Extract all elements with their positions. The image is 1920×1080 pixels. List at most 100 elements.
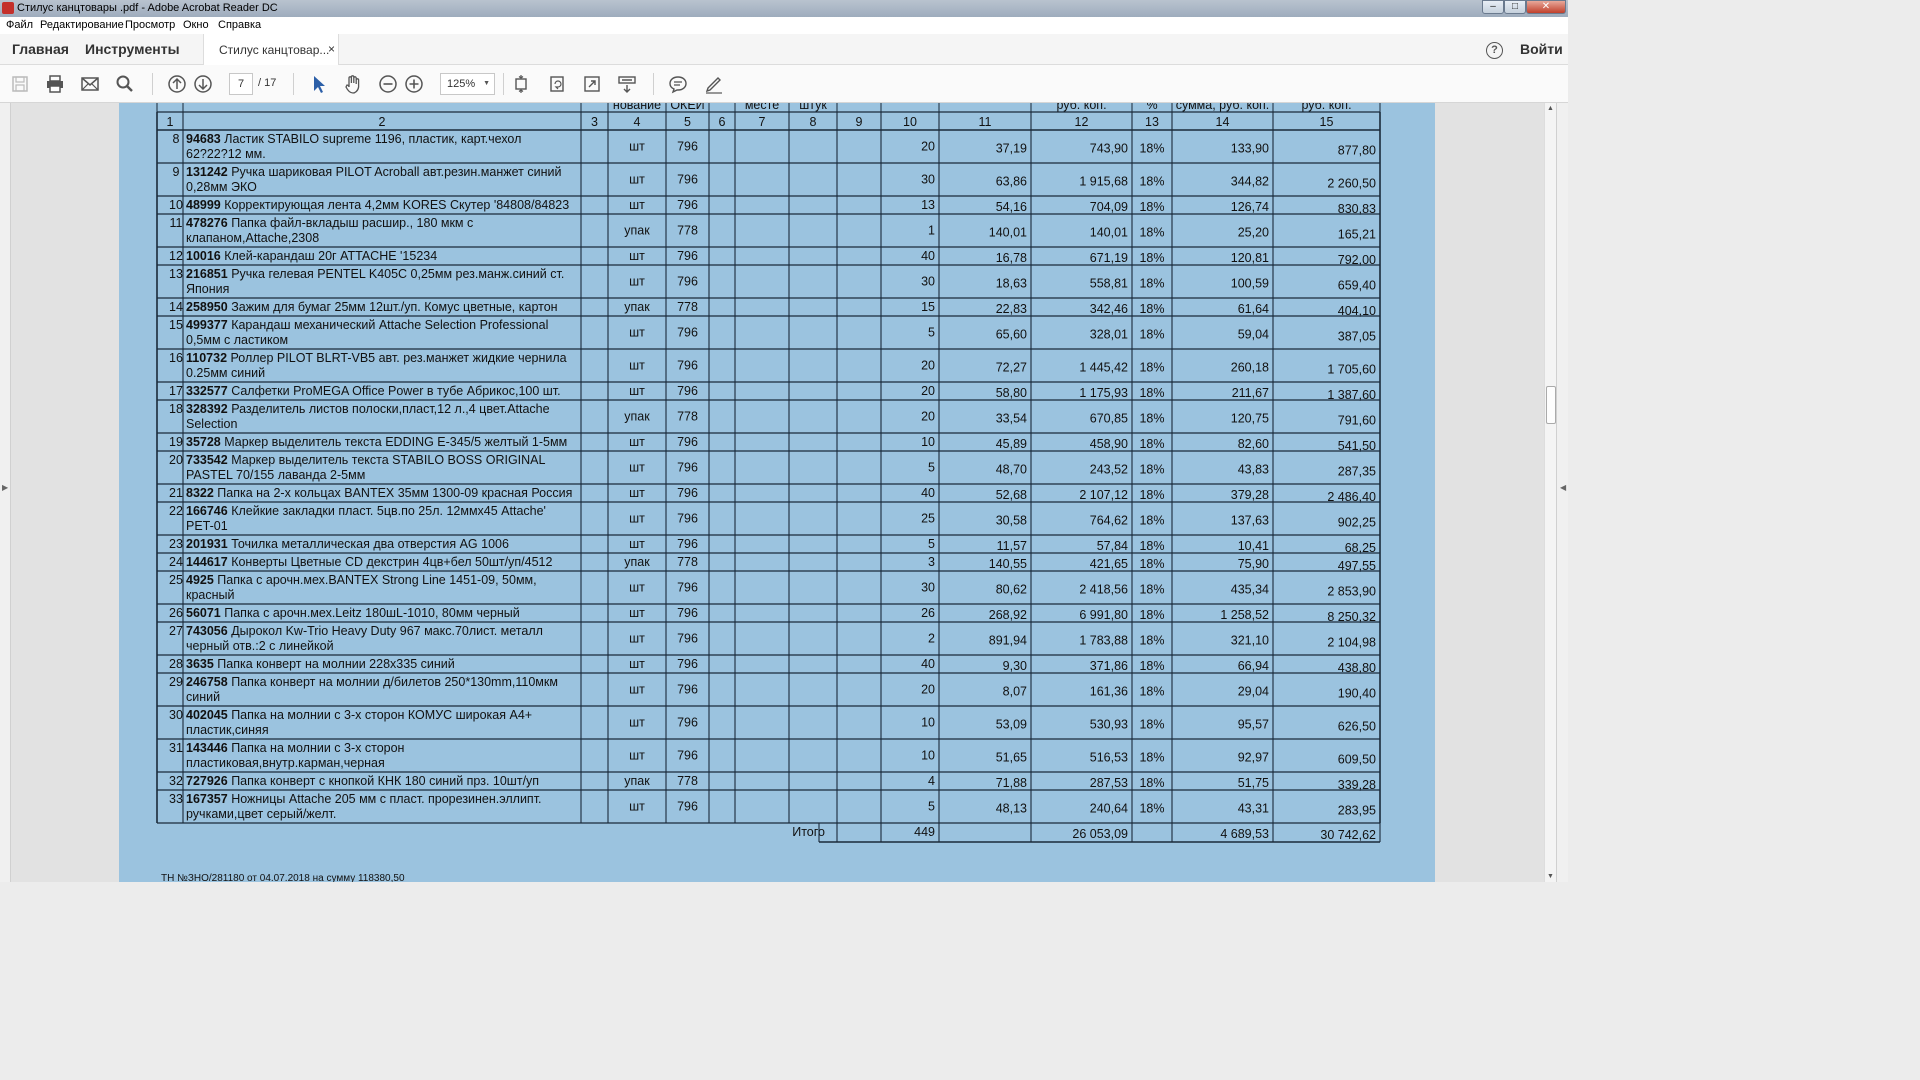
hand-icon[interactable] (343, 74, 363, 94)
vat-rate-cell: 18% (1139, 776, 1164, 790)
scroll-down-icon[interactable]: ▼ (1547, 873, 1554, 880)
product-code: 110732 (186, 351, 231, 365)
tab-document[interactable]: Стилус канцтовар... × (203, 34, 339, 65)
price-cell: 140,01 (989, 226, 1027, 240)
product-code: 499377 (186, 318, 231, 332)
minimize-button[interactable]: – (1482, 0, 1504, 14)
product-name: Точилка металлическая два отверстия AG 1… (231, 537, 509, 551)
product-code: 332577 (186, 384, 231, 398)
row-number: 15 (169, 318, 183, 332)
fullscreen-icon[interactable] (582, 74, 602, 94)
quantity-cell: 10 (921, 716, 935, 730)
select-arrow-icon[interactable] (309, 74, 329, 94)
unit-cell: шт (629, 632, 645, 646)
product-name: Папка конверт на молнии д/билетов 250*13… (231, 675, 558, 689)
okei-cell: 796 (677, 461, 698, 475)
title-bar: Стилус канцтовары .pdf - Adobe Acrobat R… (0, 0, 1568, 17)
menu-view[interactable]: Просмотр (125, 19, 175, 31)
sum-cell: 371,86 (1090, 659, 1128, 673)
row-number: 28 (169, 657, 183, 671)
product-code: 478276 (186, 216, 231, 230)
column-number: 4 (634, 115, 641, 129)
vat-rate-cell: 18% (1139, 412, 1164, 426)
print-icon[interactable] (45, 74, 65, 94)
product-description-line2: 62?22?12 мм. (186, 147, 266, 161)
menu-file[interactable]: Файл (6, 19, 33, 31)
product-description: 8322 Папка на 2-х кольцах BANTEX 35мм 13… (186, 486, 572, 500)
tab-home[interactable]: Главная (12, 41, 69, 57)
document-footnote: ТН №ЗНО/281180 от 04.07.2018 на сумму 11… (161, 873, 405, 882)
product-description: 131242 Ручка шариковая PILOT Acroball ав… (186, 165, 561, 179)
row-number: 10 (169, 198, 183, 212)
product-code: 216851 (186, 267, 231, 281)
total-cell: 2 104,98 (1327, 636, 1376, 650)
vat-rate-cell: 18% (1139, 361, 1164, 375)
sign-icon[interactable] (704, 74, 724, 94)
zoom-select[interactable]: 125% ▼ (440, 73, 495, 95)
save-icon[interactable] (10, 74, 30, 94)
unit-cell: шт (629, 384, 645, 398)
product-description-line2: PASTEL 70/155 лаванда 2-5мм (186, 468, 365, 482)
header-cell-partial: месте (745, 103, 779, 112)
close-tab-icon[interactable]: × (328, 42, 335, 56)
column-number: 1 (167, 115, 174, 129)
prev-page-icon[interactable] (167, 74, 187, 94)
row-number: 25 (169, 573, 183, 587)
scrollbar-thumb[interactable] (1546, 386, 1556, 424)
next-page-icon[interactable] (193, 74, 213, 94)
menu-help[interactable]: Справка (218, 19, 261, 31)
row-number: 20 (169, 453, 183, 467)
email-icon[interactable] (80, 74, 100, 94)
right-panel-toggle[interactable]: ◀ (1556, 103, 1568, 882)
quantity-cell: 20 (921, 683, 935, 697)
product-code: 4925 (186, 573, 217, 587)
menu-edit[interactable]: Редактирование (40, 19, 124, 31)
maximize-button[interactable]: □ (1504, 0, 1526, 14)
product-name: Корректирующая лента 4,2мм KORES Скутер … (224, 198, 569, 212)
vat-rate-cell: 18% (1139, 514, 1164, 528)
close-window-button[interactable]: ✕ (1526, 0, 1566, 14)
okei-cell: 796 (677, 683, 698, 697)
vertical-scrollbar[interactable]: ▲ ▼ (1544, 103, 1556, 882)
column-number: 11 (979, 115, 992, 129)
product-description-line2: клапаном,Attache,2308 (186, 231, 319, 245)
vat-sum-cell: 66,94 (1238, 659, 1269, 673)
vat-rate-cell: 18% (1139, 437, 1164, 451)
vat-sum-cell: 51,75 (1238, 776, 1269, 790)
zoom-in-icon[interactable] (404, 74, 424, 94)
help-icon[interactable]: ? (1486, 42, 1503, 59)
total-cell: 609,50 (1338, 753, 1376, 767)
scroll-mode-icon[interactable] (617, 74, 637, 94)
document-area[interactable]: ▶ нование ОКЕИ месте штук руб. коп.% сумма, р… (0, 103, 1568, 882)
scroll-up-icon[interactable]: ▲ (1547, 105, 1554, 112)
sum-cell: 558,81 (1090, 277, 1128, 291)
rotate-icon[interactable] (547, 74, 567, 94)
tab-tools[interactable]: Инструменты (85, 41, 180, 57)
expand-right-icon: ◀ (1560, 483, 1567, 492)
sum-cell: 421,65 (1090, 557, 1128, 571)
row-number: 11 (170, 216, 183, 230)
page-number-input[interactable]: 7 (229, 73, 253, 95)
product-description-line2: синий (186, 690, 220, 704)
unit-cell: шт (629, 657, 645, 671)
product-code: 402045 (186, 708, 231, 722)
price-cell: 48,13 (996, 802, 1027, 816)
column-number: 6 (719, 115, 726, 129)
total-cell: 287,35 (1338, 465, 1376, 479)
login-button[interactable]: Войти (1520, 41, 1563, 57)
sum-cell: 1 445,42 (1079, 361, 1128, 375)
row-number: 29 (169, 675, 183, 689)
unit-cell: упак (624, 410, 650, 424)
left-panel-toggle[interactable]: ▶ (0, 103, 11, 882)
menu-window[interactable]: Окно (183, 19, 209, 31)
vat-rate-cell: 18% (1139, 142, 1164, 156)
unit-cell: шт (629, 716, 645, 730)
fit-page-icon[interactable] (511, 74, 531, 94)
quantity-cell: 40 (921, 657, 935, 671)
search-icon[interactable] (115, 74, 135, 94)
header-cell-partial: руб. коп. (1301, 103, 1351, 112)
comment-icon[interactable] (668, 74, 688, 94)
quantity-cell: 40 (921, 486, 935, 500)
product-description: 216851 Ручка гелевая PENTEL K405C 0,25мм… (186, 267, 564, 281)
zoom-out-icon[interactable] (378, 74, 398, 94)
